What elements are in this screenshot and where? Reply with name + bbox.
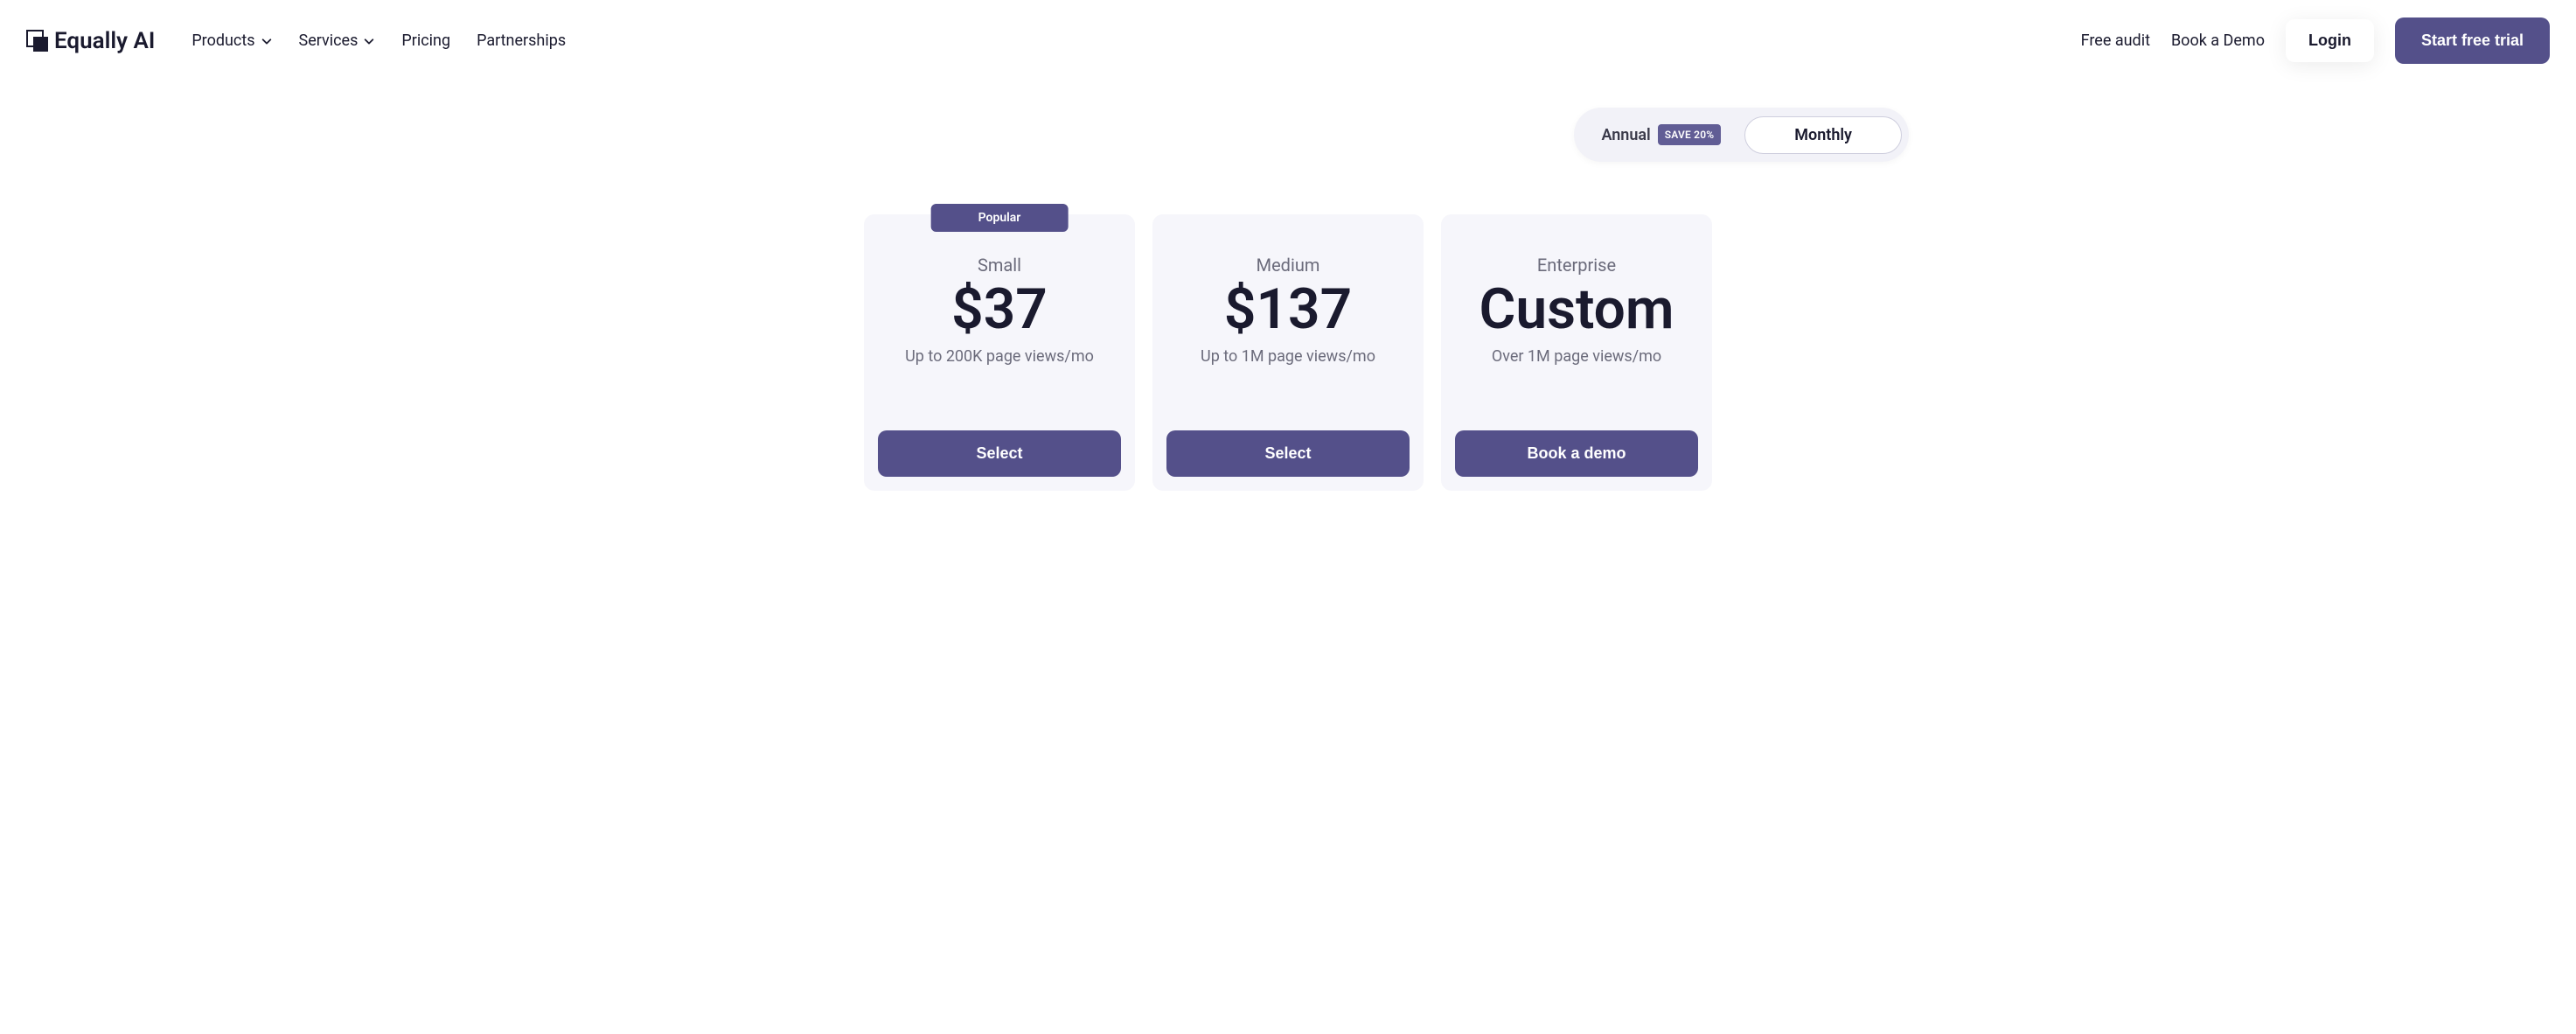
popular-badge: Popular bbox=[931, 204, 1069, 232]
plan-desc: Up to 1M page views/mo bbox=[1166, 347, 1410, 366]
nav-book-demo[interactable]: Book a Demo bbox=[2171, 31, 2265, 50]
plan-name: Medium bbox=[1166, 255, 1410, 276]
toggle-monthly[interactable]: Monthly bbox=[1744, 116, 1902, 154]
nav-products[interactable]: Products bbox=[191, 31, 272, 50]
chevron-down-icon bbox=[261, 35, 273, 47]
toggle-monthly-label: Monthly bbox=[1794, 126, 1852, 144]
nav-pricing[interactable]: Pricing bbox=[401, 31, 450, 50]
plan-select-button[interactable]: Select bbox=[878, 430, 1121, 477]
plan-desc: Over 1M page views/mo bbox=[1455, 347, 1698, 366]
header: Equally AI Products Services Pricing Par… bbox=[0, 0, 2576, 81]
billing-toggle-row: Annual SAVE 20% Monthly bbox=[667, 108, 1909, 162]
plan-select-button[interactable]: Select bbox=[1166, 430, 1410, 477]
save-badge: SAVE 20% bbox=[1658, 124, 1722, 145]
plan-price: $137 bbox=[1166, 279, 1410, 340]
start-trial-button[interactable]: Start free trial bbox=[2395, 17, 2550, 64]
nav-partnerships[interactable]: Partnerships bbox=[477, 31, 566, 50]
brand-name: Equally AI bbox=[54, 28, 155, 54]
plans: Popular Small $37 Up to 200K page views/… bbox=[667, 214, 1909, 491]
main: Annual SAVE 20% Monthly Popular Small $3… bbox=[641, 81, 1935, 543]
nav-right: Free audit Book a Demo Login Start free … bbox=[2081, 17, 2550, 64]
brand-logo-icon bbox=[26, 30, 49, 52]
nav-products-label: Products bbox=[191, 31, 254, 50]
plan-book-demo-button[interactable]: Book a demo bbox=[1455, 430, 1698, 477]
plan-small: Popular Small $37 Up to 200K page views/… bbox=[864, 214, 1135, 491]
plan-name: Small bbox=[878, 255, 1121, 276]
chevron-down-icon bbox=[363, 35, 375, 47]
plan-enterprise: Enterprise Custom Over 1M page views/mo … bbox=[1441, 214, 1712, 491]
nav-free-audit[interactable]: Free audit bbox=[2081, 31, 2150, 50]
nav-pricing-label: Pricing bbox=[401, 31, 450, 50]
plan-desc: Up to 200K page views/mo bbox=[878, 347, 1121, 366]
nav-left: Products Services Pricing Partnerships bbox=[191, 31, 566, 50]
plan-medium: Medium $137 Up to 1M page views/mo Selec… bbox=[1152, 214, 1424, 491]
billing-toggle: Annual SAVE 20% Monthly bbox=[1574, 108, 1909, 162]
toggle-annual-label: Annual bbox=[1601, 126, 1650, 144]
nav-partnerships-label: Partnerships bbox=[477, 31, 566, 50]
nav-services-label: Services bbox=[299, 31, 359, 50]
plan-price: $37 bbox=[878, 279, 1121, 340]
brand[interactable]: Equally AI bbox=[26, 28, 155, 54]
plan-price: Custom bbox=[1455, 279, 1698, 340]
nav-services[interactable]: Services bbox=[299, 31, 376, 50]
login-button[interactable]: Login bbox=[2286, 19, 2374, 62]
plan-name: Enterprise bbox=[1455, 255, 1698, 276]
toggle-annual[interactable]: Annual SAVE 20% bbox=[1581, 115, 1741, 155]
